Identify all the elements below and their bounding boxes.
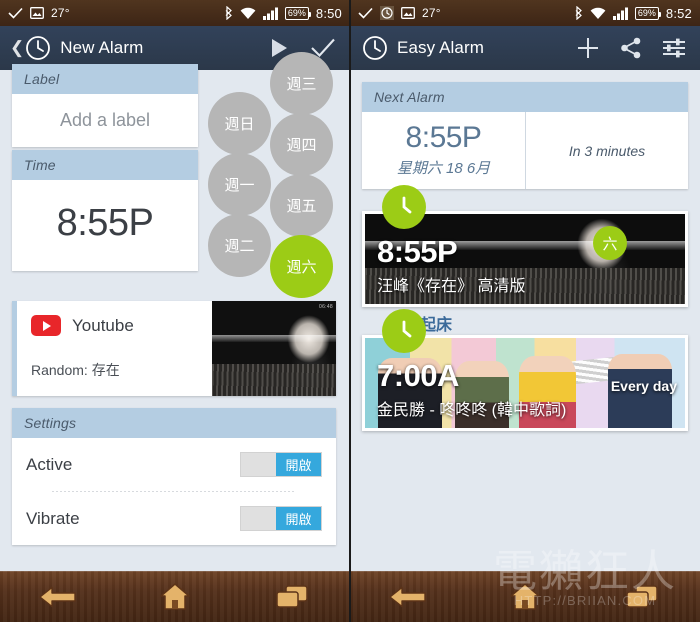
- next-alarm-time: 8:55P: [405, 121, 482, 154]
- settings-card-header: Settings: [12, 408, 336, 438]
- screenshot-icon: [401, 7, 415, 19]
- day-chip-label: 週五: [286, 198, 317, 215]
- recent-apps-icon[interactable]: [612, 577, 672, 617]
- next-alarm-date: 星期六 18 6月: [396, 160, 491, 177]
- time-value[interactable]: 8:55P: [12, 180, 198, 271]
- toggle-state-label: 開啟: [276, 507, 321, 530]
- setting-label: Vibrate: [26, 508, 80, 528]
- time-card-header: Time: [12, 150, 198, 180]
- day-chip-saturday[interactable]: 週六: [270, 235, 333, 298]
- home-icon[interactable]: [495, 577, 555, 617]
- alarm-notification-icon: [380, 6, 394, 20]
- alarm-time: 7:00A: [377, 358, 459, 393]
- alarm-list-item-1[interactable]: 六 8:55P 汪峰《存在》 高清版: [362, 185, 688, 307]
- screenshot-icon: [30, 7, 44, 19]
- new-alarm-form: Label Add a label Time 8:55P 週日 週一 週二 週三…: [0, 52, 350, 601]
- add-alarm-button[interactable]: [576, 36, 600, 60]
- setting-row-active[interactable]: Active 開啟: [12, 438, 336, 491]
- page-title: New Alarm: [60, 38, 144, 57]
- day-chip-wednesday[interactable]: 週三: [270, 52, 333, 115]
- right-phone-screen: 27° 69% 8:52 Easy Alarm Next Alarm 8:55P…: [350, 0, 700, 622]
- alarm-time: 8:55P: [377, 234, 458, 269]
- video-thumbnail[interactable]: 06:48: [212, 301, 336, 396]
- day-chip-label: 週四: [286, 137, 317, 154]
- day-chip-sunday[interactable]: 週日: [208, 92, 271, 155]
- recent-apps-icon[interactable]: [262, 577, 322, 617]
- toggle-state-label: 開啟: [276, 453, 321, 476]
- left-status-bar: 27° 69% 8:50: [0, 0, 350, 26]
- right-app-bar: Easy Alarm: [350, 26, 700, 70]
- next-alarm-header: Next Alarm: [362, 82, 688, 112]
- alarm-subtitle: 汪峰《存在》 高清版: [377, 278, 526, 295]
- back-arrow-icon[interactable]: [28, 577, 88, 617]
- right-status-bar: 27° 69% 8:52: [350, 0, 700, 26]
- thumbnail-duration: 06:48: [318, 304, 333, 310]
- alarm-repeat-badge: 六: [593, 226, 627, 260]
- check-icon: [358, 7, 373, 19]
- source-name: Youtube: [72, 315, 134, 335]
- screen-divider: [349, 0, 351, 622]
- source-detail: Random: 存在: [31, 362, 120, 378]
- bluetooth-icon: [574, 6, 583, 20]
- label-card[interactable]: Label Add a label: [12, 64, 198, 147]
- home-icon[interactable]: [145, 577, 205, 617]
- day-chip-label: 週六: [286, 259, 317, 276]
- back-chevron-icon[interactable]: ❮: [10, 38, 24, 58]
- ringtone-source-card[interactable]: Youtube Random: 存在 06:48: [12, 301, 336, 396]
- day-chip-label: 週日: [224, 116, 255, 133]
- temperature-label: 27°: [51, 6, 70, 20]
- label-input[interactable]: Add a label: [12, 94, 198, 147]
- day-chip-tuesday[interactable]: 週二: [208, 214, 271, 277]
- alarm-clock-icon: [362, 35, 388, 61]
- alarm-repeat-text: Every day: [610, 378, 677, 394]
- day-chip-label: 週一: [224, 177, 255, 194]
- wifi-icon: [590, 7, 606, 20]
- clock-label: 8:52: [665, 5, 692, 21]
- alarm-list-item-2[interactable]: 起床 Every day 7:00A 金民勝 - 咚咚咚 (韓中歌詞): [362, 309, 688, 431]
- setting-row-vibrate[interactable]: Vibrate 開啟: [12, 492, 336, 545]
- signal-icon: [262, 7, 278, 20]
- day-chip-label: 週二: [224, 238, 255, 255]
- weekday-selector: 週日 週一 週二 週三 週四 週五 週六: [208, 52, 350, 300]
- left-navigation-bar: [0, 571, 350, 622]
- app-title: Easy Alarm: [397, 38, 484, 57]
- check-icon: [8, 7, 23, 19]
- youtube-icon: [31, 315, 61, 336]
- right-navigation-bar: [350, 571, 700, 622]
- alarm-clock-badge-icon: [382, 309, 426, 353]
- next-alarm-countdown: In 3 minutes: [525, 112, 688, 189]
- day-chip-label: 週三: [286, 76, 317, 93]
- wifi-icon: [240, 7, 256, 20]
- alarm-subtitle: 金民勝 - 咚咚咚 (韓中歌詞): [377, 402, 567, 419]
- active-toggle[interactable]: 開啟: [240, 452, 322, 477]
- alarm-list-screen: Next Alarm 8:55P 星期六 18 6月 In 3 minutes …: [350, 70, 700, 601]
- share-button[interactable]: [620, 37, 642, 59]
- left-phone-screen: 27° 69% 8:50 ❮ New Alarm Label Add a lab…: [0, 0, 350, 622]
- label-card-header: Label: [12, 64, 198, 94]
- day-chip-friday[interactable]: 週五: [270, 174, 333, 237]
- day-chip-monday[interactable]: 週一: [208, 153, 271, 216]
- bluetooth-icon: [224, 6, 233, 20]
- setting-label: Active: [26, 454, 73, 474]
- temperature-label: 27°: [422, 6, 441, 20]
- battery-indicator: 69%: [634, 6, 661, 20]
- time-card[interactable]: Time 8:55P: [12, 150, 198, 271]
- alarm-clock-badge-icon: [382, 185, 426, 229]
- vibrate-toggle[interactable]: 開啟: [240, 506, 322, 531]
- back-arrow-icon[interactable]: [378, 577, 438, 617]
- clock-label: 8:50: [315, 5, 342, 21]
- battery-indicator: 69%: [284, 6, 311, 20]
- alarm-clock-icon: [25, 35, 51, 61]
- next-alarm-card[interactable]: Next Alarm 8:55P 星期六 18 6月 In 3 minutes: [362, 82, 688, 189]
- settings-card: Settings Active 開啟 Vibrate 開啟: [12, 408, 336, 545]
- day-chip-thursday[interactable]: 週四: [270, 113, 333, 176]
- signal-icon: [612, 7, 628, 20]
- settings-sliders-button[interactable]: [662, 37, 686, 59]
